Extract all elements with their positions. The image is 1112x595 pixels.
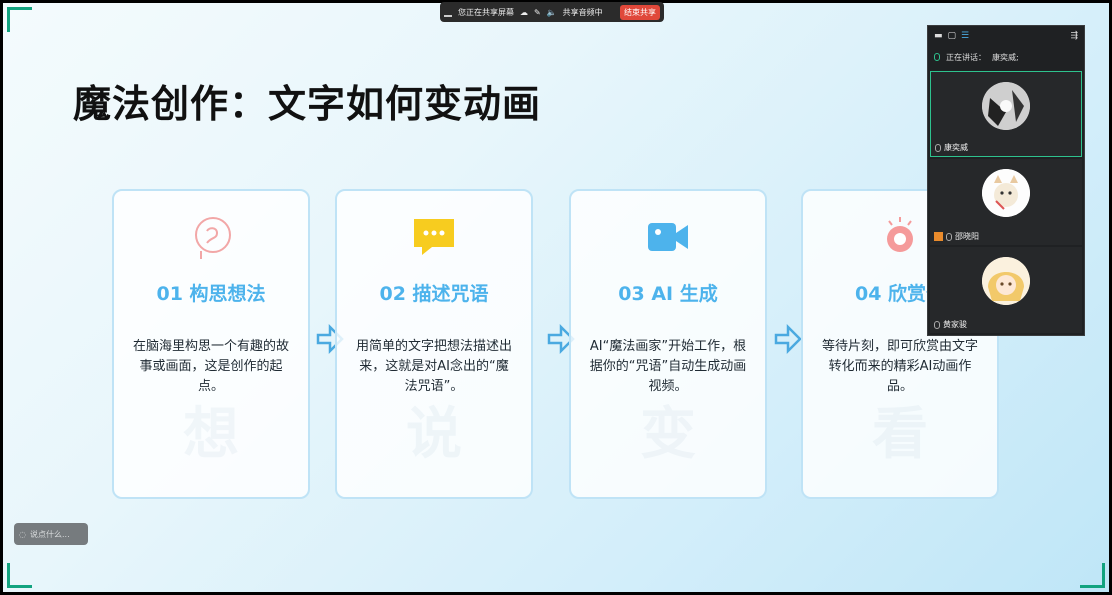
step-card-2: 02 描述咒语 用简单的文字把想法描述出来，这就是对AI念出的“魔法咒语”。 说	[335, 189, 533, 499]
corner-marker-bottom-left	[7, 563, 32, 588]
speaking-indicator: 正在讲话： 康奕威;	[928, 46, 1084, 68]
chat-bubble-icon: ◌	[19, 529, 26, 539]
list-view-icon[interactable]: ☰	[961, 31, 969, 41]
signal-icon	[444, 7, 452, 17]
participant-name: 黄家骏	[934, 319, 967, 330]
speech-bubble-icon	[414, 219, 454, 255]
avatar	[982, 169, 1030, 217]
participant-name: 邵晓阳	[934, 231, 979, 242]
cloud-icon[interactable]: ☁	[520, 8, 528, 17]
watermark-char: 变	[640, 402, 696, 467]
annotate-icon[interactable]: ✎	[534, 8, 541, 17]
slide-title: 魔法创作：文字如何变动画	[73, 82, 542, 126]
chat-input[interactable]: ◌ 说点什么...	[14, 523, 88, 545]
speaking-label: 正在讲话：	[946, 52, 986, 62]
arrow-right-icon	[774, 323, 802, 355]
mic-icon	[946, 232, 952, 241]
minimize-icon[interactable]: ▬	[934, 31, 943, 41]
participant-tile[interactable]: 康奕威	[930, 71, 1082, 157]
audio-status[interactable]: 共享音频中	[563, 7, 603, 18]
step-description: 用简单的文字把想法描述出来，这就是对AI念出的“魔法咒语”。	[355, 339, 512, 394]
speaking-name: 康奕威;	[992, 52, 1019, 62]
corner-marker-bottom-right	[1080, 563, 1105, 588]
watermark-char: 想	[183, 402, 239, 467]
head-brain-icon	[195, 217, 231, 259]
speaker-icon[interactable]: 🔈	[547, 8, 557, 17]
video-camera-icon	[648, 223, 688, 251]
avatar	[982, 82, 1030, 130]
screen-share-toolbar: 您正在共享屏幕 ☁ ✎ 🔈 共享音频中 结束共享	[440, 2, 664, 22]
participant-tile[interactable]: 黄家骏	[930, 247, 1082, 333]
host-badge-icon	[934, 232, 943, 241]
chat-input-placeholder: 说点什么...	[29, 529, 70, 539]
flower-icon	[887, 217, 913, 252]
watermark-char: 看	[872, 402, 928, 467]
sharing-status: 您正在共享屏幕	[458, 7, 514, 17]
mic-icon	[934, 53, 940, 61]
participants-panel: ▬ ▢ ☰ ⇶ 正在讲话： 康奕威; 康奕威 邵晓阳 黄家骏	[927, 25, 1085, 336]
step-heading: 01 构思想法	[156, 283, 266, 305]
step-description: 在脑海里构思一个有趣的故事或画面，这是创作的起点。	[132, 339, 289, 394]
step-card-1: 01 构思想法 在脑海里构思一个有趣的故事或画面，这是创作的起点。 想	[112, 189, 310, 499]
step-description: 等待片刻，即可欣赏由文字转化而来的精彩AI动画作品。	[821, 339, 978, 394]
mic-icon	[934, 320, 940, 329]
step-heading: 03 AI 生成	[618, 283, 718, 305]
step-card-3: 03 AI 生成 AI“魔法画家”开始工作，根据你的“咒语”自动生成动画视频。 …	[569, 189, 767, 499]
watermark-char: 说	[406, 402, 462, 467]
stop-share-button[interactable]: 结束共享	[620, 4, 660, 20]
step-heading: 02 描述咒语	[379, 283, 489, 305]
participant-tile[interactable]: 邵晓阳	[930, 159, 1082, 245]
panel-menu-icon[interactable]: ⇶	[1070, 31, 1078, 41]
panel-toolbar: ▬ ▢ ☰ ⇶	[928, 26, 1084, 46]
mic-icon	[935, 143, 941, 152]
corner-marker-top-left	[7, 7, 32, 32]
participant-name: 康奕威	[935, 142, 968, 153]
step-description: AI“魔法画家”开始工作，根据你的“咒语”自动生成动画视频。	[589, 339, 747, 394]
window-icon[interactable]: ▢	[948, 31, 957, 41]
avatar	[982, 257, 1030, 305]
